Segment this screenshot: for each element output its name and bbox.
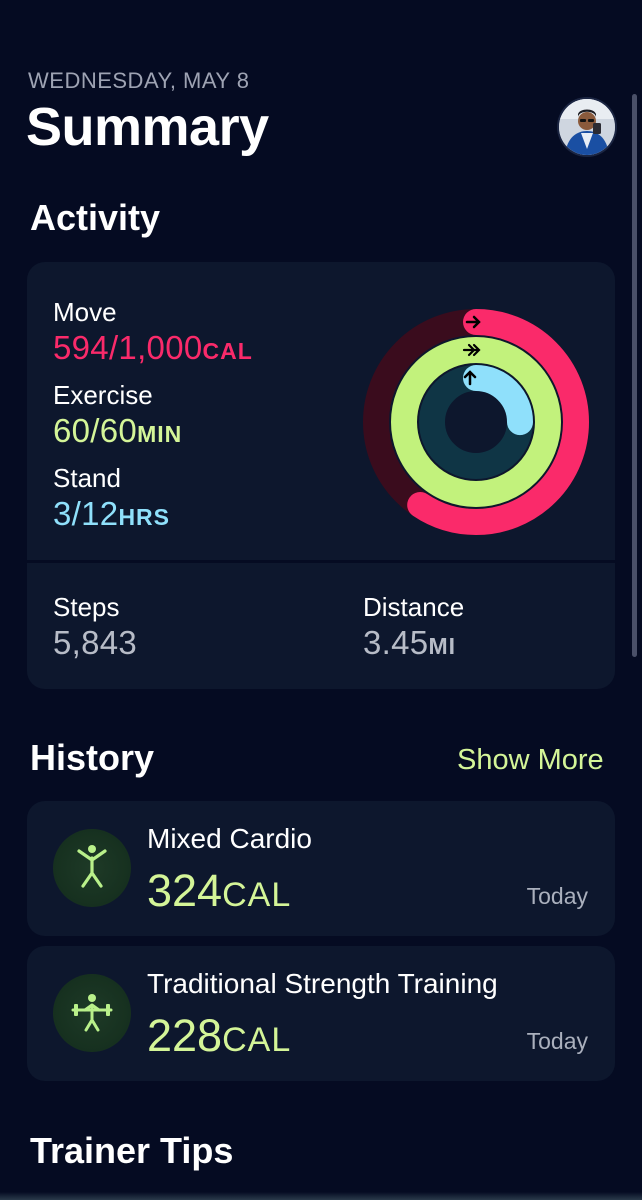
move-label: Move (53, 297, 117, 327)
strength-training-icon (53, 974, 131, 1052)
bottom-edge (0, 1192, 642, 1200)
exercise-value: 60/60MIN (53, 412, 183, 449)
history-section-title: History (30, 737, 155, 778)
distance-value: 3.45MI (363, 624, 456, 661)
workout-card-strength-training[interactable]: Traditional Strength Training 228CAL Tod… (27, 946, 615, 1081)
workout-date: Today (526, 1028, 588, 1054)
workout-date: Today (526, 883, 588, 909)
stand-label: Stand (53, 463, 121, 493)
date-label: WEDNESDAY, MAY 8 (28, 68, 250, 93)
mixed-cardio-icon (53, 829, 131, 907)
activity-card[interactable]: Move 594/1,000CAL Exercise 60/60MIN Stan… (27, 262, 615, 689)
activity-section-title: Activity (30, 197, 161, 238)
workout-card-mixed-cardio[interactable]: Mixed Cardio 324CAL Today (27, 801, 615, 936)
scrollbar[interactable] (632, 94, 637, 657)
distance-label: Distance (363, 592, 465, 622)
steps-label: Steps (53, 592, 120, 622)
activity-rings (363, 309, 589, 535)
move-value: 594/1,000CAL (53, 329, 253, 366)
workout-calories: 324CAL (147, 865, 292, 916)
workout-calories: 228CAL (147, 1010, 292, 1061)
activity-divider (27, 560, 615, 563)
stand-value: 3/12HRS (53, 495, 170, 532)
trainer-tips-section-title: Trainer Tips (30, 1130, 234, 1171)
steps-value: 5,843 (53, 624, 138, 661)
workout-name: Traditional Strength Training (147, 968, 498, 999)
page-title: Summary (26, 97, 269, 157)
avatar[interactable] (559, 99, 615, 155)
exercise-label: Exercise (53, 380, 153, 410)
show-more-link[interactable]: Show More (457, 744, 604, 777)
profile-photo (559, 99, 615, 155)
workout-name: Mixed Cardio (147, 823, 312, 854)
